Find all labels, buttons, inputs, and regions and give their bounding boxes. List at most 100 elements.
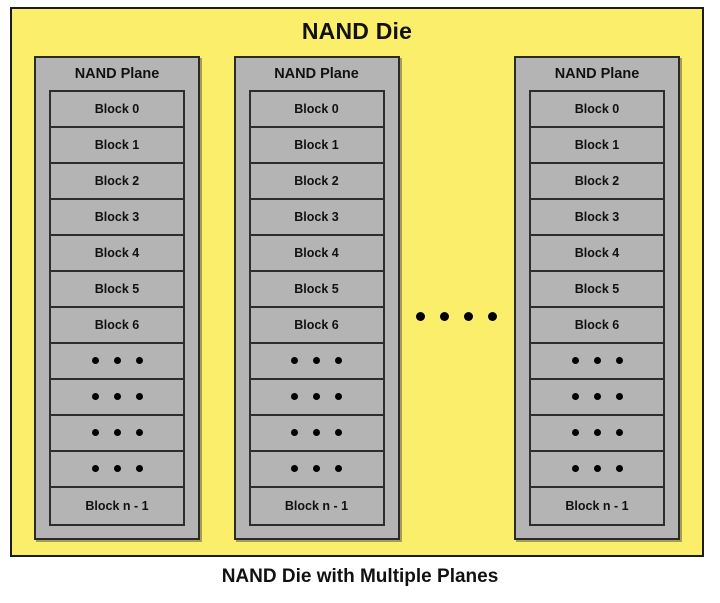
dot-icon	[291, 357, 298, 364]
dot-icon	[91, 357, 99, 364]
dot-icon	[464, 311, 474, 321]
nand-block: Block 1	[51, 127, 183, 164]
nand-plane: NAND Plane Block 0 Block 1 Block 2 Block 3 Bl…	[34, 56, 200, 540]
nand-block: Block 6	[531, 307, 663, 344]
dot-icon	[91, 393, 99, 400]
nand-block: Block 5	[250, 271, 383, 308]
block-ellipsis	[250, 451, 383, 488]
plane-title: NAND Plane	[74, 66, 160, 82]
nand-die-diagram: NAND Die NAND Plane Block 0 Block 1 Block 2…	[0, 0, 720, 603]
nand-block: Block 4	[51, 235, 183, 272]
nand-block: Block 4	[250, 235, 383, 272]
block-ellipsis	[531, 343, 663, 380]
dot-icon	[488, 311, 498, 321]
dot-icon	[313, 393, 320, 400]
nand-block: Block 0	[51, 91, 183, 128]
nand-block: Block 6	[250, 307, 383, 344]
block-ellipsis	[51, 343, 183, 380]
dot-icon	[135, 429, 143, 436]
block-list: Block 0 Block 1 Block 2 Block 3 Block 4 Block…	[529, 89, 665, 526]
dot-icon	[440, 311, 450, 321]
block-list: Block 0 Block 1 Block 2 Block 3 Block 4 Block…	[49, 89, 185, 526]
nand-die-container: NAND Die NAND Plane Block 0 Block 1 Block 2…	[10, 7, 704, 557]
dot-icon	[593, 393, 601, 400]
dot-icon	[571, 429, 579, 436]
nand-block: Block 3	[250, 199, 383, 236]
dot-icon	[291, 465, 298, 472]
block-ellipsis	[51, 379, 183, 416]
ellipsis-dots	[571, 429, 623, 436]
dot-icon	[615, 429, 623, 436]
figure-caption: NAND Die with Multiple Planes	[221, 566, 499, 587]
ellipsis-dots	[291, 393, 342, 400]
nand-block: Block 3	[531, 199, 663, 236]
dot-icon	[91, 429, 99, 436]
dot-icon	[313, 429, 320, 436]
dot-icon	[313, 357, 320, 364]
dot-icon	[113, 429, 121, 436]
nand-block: Block n - 1	[531, 487, 663, 524]
dot-icon	[335, 465, 342, 472]
dot-icon	[135, 357, 143, 364]
ellipsis-dots	[91, 429, 143, 436]
dot-icon	[593, 465, 601, 472]
block-ellipsis	[250, 415, 383, 452]
dot-icon	[135, 393, 143, 400]
nand-block: Block n - 1	[51, 487, 183, 524]
ellipsis-dots	[291, 357, 342, 364]
ellipsis-dots	[571, 393, 623, 400]
dot-icon	[335, 429, 342, 436]
nand-block: Block 2	[250, 163, 383, 200]
nand-block: Block 1	[531, 127, 663, 164]
nand-block: Block n - 1	[250, 487, 383, 524]
nand-block: Block 2	[531, 163, 663, 200]
dot-icon	[135, 465, 143, 472]
dot-icon	[593, 357, 601, 364]
block-ellipsis	[51, 451, 183, 488]
dot-icon	[615, 357, 623, 364]
dot-icon	[571, 357, 579, 364]
dot-icon	[113, 393, 121, 400]
dot-icon	[291, 393, 298, 400]
ellipsis-dots	[91, 393, 143, 400]
nand-block: Block 5	[51, 271, 183, 308]
nand-plane: NAND Plane Block 0 Block 1 Block 2 Block 3 Bl…	[514, 56, 680, 540]
nand-block: Block 6	[51, 307, 183, 344]
dot-icon	[335, 393, 342, 400]
more-planes-ellipsis	[400, 56, 515, 540]
block-ellipsis	[531, 415, 663, 452]
dot-icon	[91, 465, 99, 472]
plane-title: NAND Plane	[554, 66, 640, 82]
nand-block: Block 3	[51, 199, 183, 236]
dot-icon	[593, 429, 601, 436]
planes-row: NAND Plane Block 0 Block 1 Block 2 Block 3 Bl…	[12, 56, 702, 544]
ellipsis-dots	[571, 357, 623, 364]
ellipsis-dots	[291, 429, 342, 436]
plane-spacer	[200, 56, 234, 66]
nand-block: Block 0	[531, 91, 663, 128]
nand-block: Block 2	[51, 163, 183, 200]
ellipsis-dots	[291, 465, 342, 472]
block-ellipsis	[531, 451, 663, 488]
nand-block: Block 0	[250, 91, 383, 128]
nand-block: Block 5	[531, 271, 663, 308]
dot-icon	[113, 465, 121, 472]
nand-block: Block 4	[531, 235, 663, 272]
dot-icon	[571, 465, 579, 472]
block-ellipsis	[531, 379, 663, 416]
ellipsis-dots	[571, 465, 623, 472]
ellipsis-dots	[91, 465, 143, 472]
dot-icon	[416, 311, 426, 321]
dot-icon	[313, 465, 320, 472]
dot-icon	[291, 429, 298, 436]
dot-icon	[615, 465, 623, 472]
ellipsis-dots	[91, 357, 143, 364]
nand-plane: NAND Plane Block 0 Block 1 Block 2 Block 3 Bl…	[233, 56, 400, 540]
dot-icon	[335, 357, 342, 364]
dot-icon	[113, 357, 121, 364]
block-list: Block 0 Block 1 Block 2 Block 3 Block 4 Block…	[248, 89, 385, 526]
block-ellipsis	[250, 379, 383, 416]
block-ellipsis	[51, 415, 183, 452]
nand-block: Block 1	[250, 127, 383, 164]
block-ellipsis	[250, 343, 383, 380]
